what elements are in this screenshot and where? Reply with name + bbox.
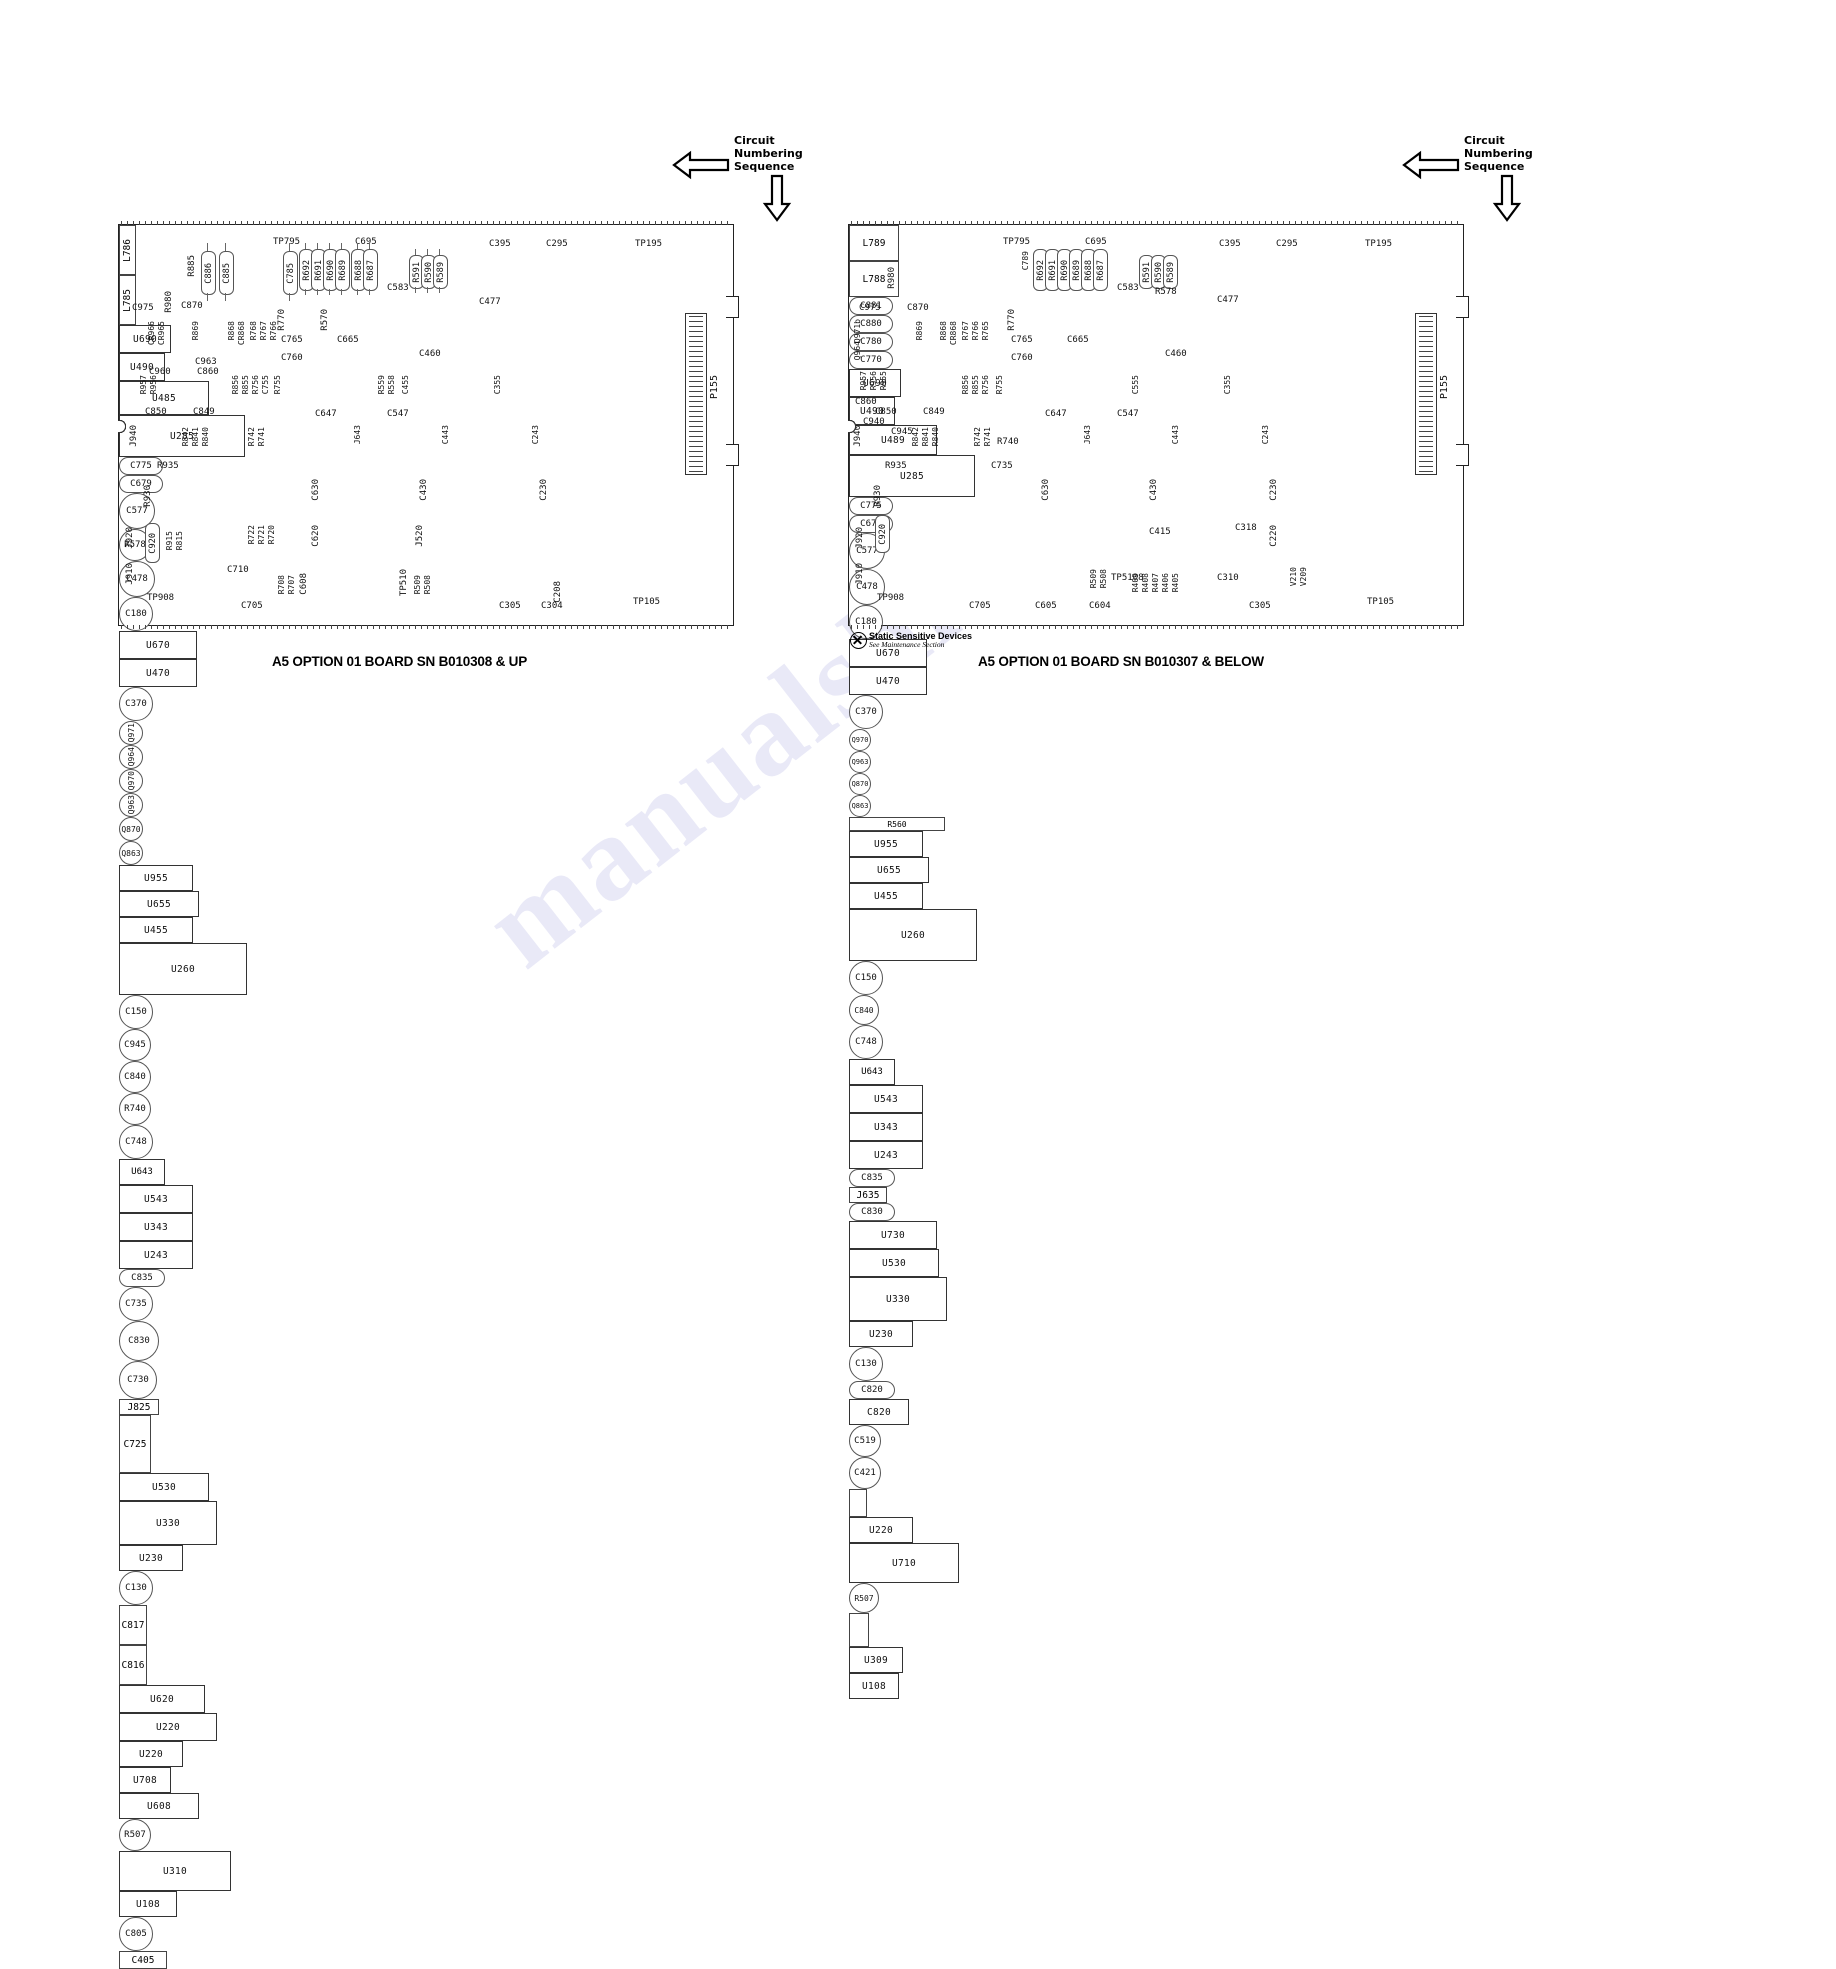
silk-C295: C295 (546, 239, 568, 249)
down-arrow-icon (1492, 174, 1522, 222)
down-arrow-icon (762, 174, 792, 222)
header-right-line3: Sequence (1464, 160, 1525, 173)
left-arrow-icon (672, 150, 730, 180)
silk-R885: R885 (187, 255, 197, 277)
caption-right: A5 OPTION 01 BOARD SN B010307 & BELOW (978, 654, 1264, 669)
silk-C695: C695 (355, 237, 377, 247)
silk-TP795: TP795 (273, 237, 301, 247)
header-left-line3: Sequence (734, 160, 795, 173)
left-arrow-icon (1402, 150, 1460, 180)
static-sensitive-icon (850, 632, 867, 649)
label-P155: P155 (709, 375, 720, 400)
board-right: L789 L788 C881 C880 C780 C770 R980 TP795… (848, 221, 1464, 1699)
edge-connector-p155-right (1415, 313, 1437, 475)
header-left-line2: Numbering (734, 147, 803, 160)
header-left-line1: Circuit (734, 134, 775, 147)
board-left: R885 C886 C885 L786 L785 C785 TP795 C695… (118, 221, 734, 1969)
header-right-line1: Circuit (1464, 134, 1505, 147)
silk-C395: C395 (489, 239, 511, 249)
caption-left: A5 OPTION 01 BOARD SN B010308 & UP (272, 654, 528, 669)
edge-connector-p155 (685, 313, 707, 475)
label-P155-right: P155 (1439, 375, 1450, 400)
ssd-line2: See Maintenance Section (869, 640, 945, 649)
header-right-line2: Numbering (1464, 147, 1533, 160)
silk-TP195: TP195 (635, 239, 663, 249)
page-root: manualshive.com Circuit Numbering Sequen… (0, 0, 1836, 1969)
